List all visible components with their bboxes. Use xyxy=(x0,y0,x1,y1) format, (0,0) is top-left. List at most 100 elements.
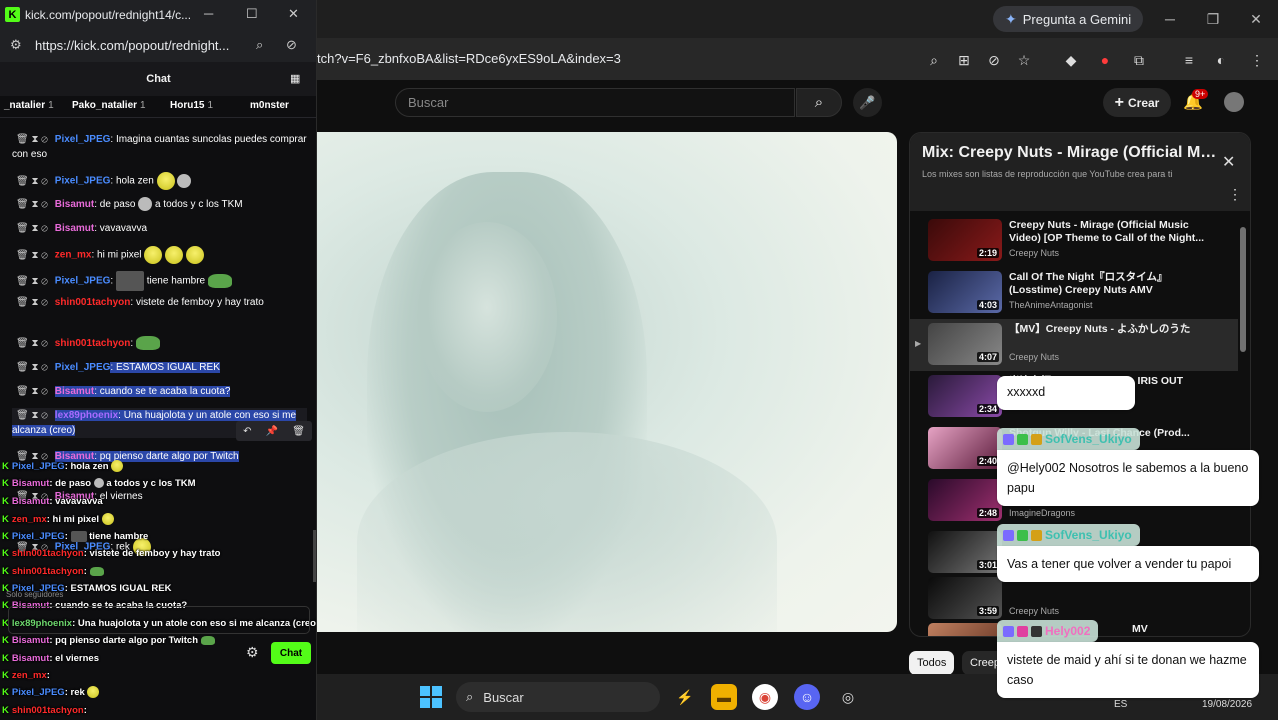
video-frame-body xyxy=(357,432,777,632)
chat-username[interactable]: shin001tachyon xyxy=(55,338,131,349)
gifter-name: Pako_natalier xyxy=(72,100,138,111)
scrollbar-thumb[interactable] xyxy=(1240,227,1246,352)
chat-message[interactable]: 🗑 ⧗ ⊘ Bisamut: cuando se te acaba la cuot… xyxy=(12,384,307,399)
chrome-icon[interactable]: ◉ xyxy=(752,684,778,710)
thumbnail: 2:19 xyxy=(928,219,1002,261)
discord-icon[interactable]: ☺ xyxy=(794,684,820,710)
chat-username[interactable]: Bisamut xyxy=(55,223,94,234)
duration-badge: 2:19 xyxy=(976,248,999,258)
windows-start-icon[interactable] xyxy=(420,686,442,708)
playlist-item-current[interactable]: ▶ 4:07 【MV】Creepy Nuts - よふかしのうた Creepy … xyxy=(910,319,1238,371)
overlay-text: : rek xyxy=(64,687,85,698)
gear-icon[interactable]: ⚙ xyxy=(246,644,259,661)
eye-off-icon[interactable]: ⊘ xyxy=(286,37,297,53)
zoom-icon[interactable]: ⌕ xyxy=(256,37,263,53)
video-player[interactable] xyxy=(317,132,897,632)
close-icon[interactable]: ✕ xyxy=(288,6,299,22)
chat-message[interactable]: 🗑 ⧗ ⊘ Pixel_JPEG: Imagina cuantas suncola… xyxy=(12,132,307,162)
chat-bubble: @Hely002 Nosotros le sabemos a la bueno … xyxy=(997,450,1259,506)
chip-todos[interactable]: Todos xyxy=(909,651,955,675)
mod-tools-icon[interactable]: 🗑 ⧗ ⊘ xyxy=(16,199,48,210)
delete-icon[interactable]: 🗑 xyxy=(292,426,305,437)
restore-icon[interactable]: ❐ xyxy=(1193,6,1233,32)
chat-message[interactable]: 🗑 ⧗ ⊘ Pixel_JPEG: tiene hambre xyxy=(12,271,307,291)
browser-url[interactable]: tch?v=F6_zbnfxoBA&list=RDce6yxES9oLA&ind… xyxy=(317,51,621,66)
maximize-icon[interactable]: ☐ xyxy=(246,6,258,22)
mix-title[interactable]: Mix: Creepy Nuts - Mirage (Official Musi… xyxy=(922,144,1222,162)
playlist-item-channel: ImagineDragons xyxy=(1009,508,1076,518)
chat-username[interactable]: zen_mx xyxy=(55,250,92,261)
minimize-icon[interactable]: ─ xyxy=(1150,6,1190,32)
mod-tools-icon[interactable]: 🗑 ⧗ ⊘ xyxy=(16,176,48,187)
chat-title: Chat xyxy=(146,73,171,85)
mod-tools-icon[interactable]: 🗑 ⧗ ⊘ xyxy=(16,223,48,234)
chat-options-icon[interactable]: ▦ xyxy=(290,72,300,85)
avatar[interactable] xyxy=(1224,92,1244,112)
close-icon[interactable]: ✕ xyxy=(1236,6,1276,32)
chat-message[interactable]: 🗑 ⧗ ⊘ zen_mx: hi mi pixel xyxy=(12,246,307,264)
mod-tools-icon[interactable]: 🗑 ⧗ ⊘ xyxy=(16,297,48,308)
kick-url[interactable]: https://kick.com/popout/rednight... xyxy=(35,38,245,53)
chat-username[interactable]: lex89phoenix xyxy=(54,410,119,421)
media-queue-icon[interactable]: ≡ xyxy=(1178,49,1200,71)
more-options-icon[interactable]: ⋮ xyxy=(1228,186,1242,203)
mod-tools-icon[interactable]: 🗑 ⧗ ⊘ xyxy=(16,134,48,145)
mod-tools-icon[interactable]: 🗑 ⧗ ⊘ xyxy=(16,338,48,349)
chat-username[interactable]: Bisamut xyxy=(55,199,94,210)
gifter[interactable]: m0nster xyxy=(250,100,289,111)
gifter[interactable]: Pako_natalier 1 xyxy=(72,100,146,111)
app-icon[interactable]: ⚡ xyxy=(672,684,698,710)
extension-icon[interactable]: ◆ xyxy=(1060,49,1082,71)
mod-tools-icon[interactable]: 🗑 ⧗ ⊘ xyxy=(16,250,48,261)
chat-username[interactable]: shin001tachyon xyxy=(55,297,131,308)
reply-icon[interactable]: ↶ xyxy=(243,426,251,437)
playlist-item[interactable]: 4:03 Call Of The Night『ロスタイム』(Losstime) … xyxy=(910,267,1238,319)
zoom-icon[interactable]: ⌕ xyxy=(923,49,945,71)
youtube-search-input[interactable]: Buscar xyxy=(395,88,795,117)
extensions-puzzle-icon[interactable]: ⧉ xyxy=(1128,49,1150,71)
clock-date[interactable]: 19/08/2026 xyxy=(1202,699,1252,710)
chat-message[interactable]: 🗑 ⧗ ⊘ Pixel_JPEG: ESTAMOS IGUAL REK xyxy=(12,360,307,375)
chat-message[interactable]: 🗑 ⧗ ⊘ Bisamut: vavavavva xyxy=(12,221,307,236)
gifter[interactable]: _natalier 1 xyxy=(4,100,54,111)
profile-icon[interactable]: ◐ xyxy=(1210,49,1232,71)
mic-icon[interactable]: 🎤 xyxy=(853,88,882,117)
search-icon[interactable]: ⌕ xyxy=(796,88,842,117)
install-icon[interactable]: ⊞ xyxy=(953,49,975,71)
overlay-username: Pixel_JPEG xyxy=(11,531,65,542)
menu-dots-icon[interactable]: ⋮ xyxy=(1246,49,1268,71)
chat-message[interactable]: 🗑 ⧗ ⊘ Bisamut: de paso a todos y c los TK… xyxy=(12,197,307,212)
mod-tools-icon[interactable]: 🗑 ⧗ ⊘ xyxy=(16,386,48,397)
chat-username[interactable]: Pixel_JPEG xyxy=(55,176,111,187)
obs-icon[interactable]: ◎ xyxy=(835,684,861,710)
chat-input[interactable] xyxy=(8,606,310,634)
eye-off-icon[interactable]: ⊘ xyxy=(983,49,1005,71)
emote xyxy=(156,172,175,190)
gifter[interactable]: Horu15 1 xyxy=(170,100,213,111)
chat-username[interactable]: Pixel_JPEG xyxy=(55,134,111,145)
chat-username[interactable]: Pixel_JPEG xyxy=(55,276,111,287)
mod-tools-icon[interactable]: 🗑 ⧗ ⊘ xyxy=(16,410,48,421)
close-icon[interactable]: ✕ xyxy=(1222,152,1235,172)
taskbar-search[interactable]: ⌕ Buscar xyxy=(456,682,660,712)
chat-username[interactable]: Bisamut xyxy=(54,386,95,397)
minimize-icon[interactable]: ─ xyxy=(204,6,213,21)
mod-tools-icon[interactable]: 🗑 ⧗ ⊘ xyxy=(16,276,48,287)
playlist-item[interactable]: 2:19 Creepy Nuts - Mirage (Official Musi… xyxy=(910,215,1238,267)
file-explorer-icon[interactable]: ▬ xyxy=(711,684,737,710)
chat-message[interactable]: 🗑 ⧗ ⊘ shin001tachyon: xyxy=(12,336,307,351)
mod-tools-icon[interactable]: 🗑 ⧗ ⊘ xyxy=(16,362,48,373)
chat-scrollbar[interactable] xyxy=(313,530,316,582)
send-chat-button[interactable]: Chat xyxy=(271,642,311,664)
record-icon[interactable]: ● xyxy=(1094,49,1116,71)
pin-icon[interactable]: 📌 xyxy=(266,426,278,437)
chat-message[interactable]: 🗑 ⧗ ⊘ Pixel_JPEG: hola zen xyxy=(12,172,307,190)
create-button[interactable]: + Crear xyxy=(1103,88,1171,117)
chat-message[interactable]: 🗑 ⧗ ⊘ shin001tachyon: vistete de femboy y… xyxy=(12,295,307,310)
gemini-button[interactable]: ✦ Pregunta a Gemini xyxy=(993,6,1144,32)
chat-username[interactable]: Pixel_JPEG xyxy=(55,362,111,373)
language-indicator[interactable]: ES xyxy=(1114,699,1127,710)
site-settings-icon[interactable]: ⚙ xyxy=(10,37,22,53)
bookmark-star-icon[interactable]: ☆ xyxy=(1013,49,1035,71)
badge-icon xyxy=(1017,433,1028,445)
